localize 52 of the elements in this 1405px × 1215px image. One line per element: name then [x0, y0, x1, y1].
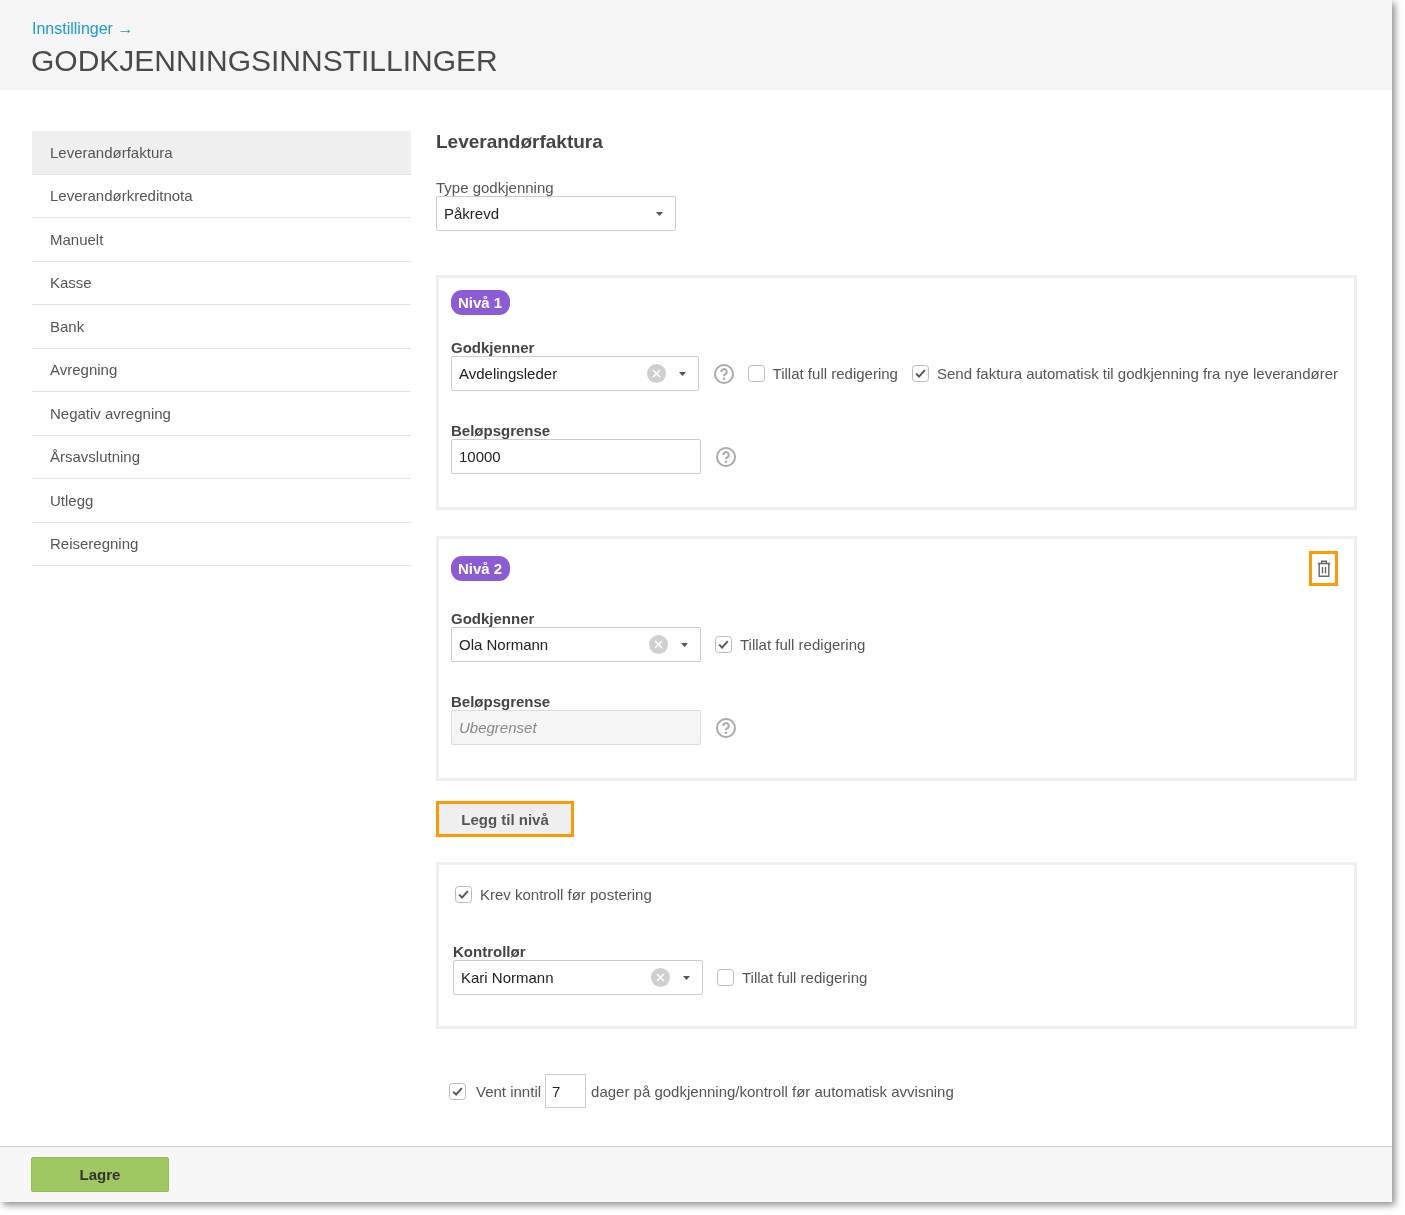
days-label: dager på godkjenning/kontroll før automatisk avvisning — [591, 1082, 954, 1100]
checkbox[interactable] — [449, 1082, 466, 1100]
amount-input[interactable]: 10000 — [451, 439, 701, 474]
clear-icon[interactable] — [646, 364, 666, 383]
level-badge: Nivå 1 — [451, 290, 511, 315]
field-label: Godkjenner — [451, 339, 536, 356]
checkbox-label: Tillat full redigering — [740, 636, 866, 653]
field-label: Kontrollør — [453, 943, 527, 960]
approver-select[interactable]: Ola Normann — [451, 627, 701, 662]
help-icon[interactable] — [713, 363, 734, 384]
page-title: GODKJENNINGSINNSTILLINGER — [31, 44, 498, 78]
help-icon[interactable] — [716, 446, 736, 467]
sidebar-item[interactable]: Manuelt — [32, 218, 411, 262]
trash-icon — [1316, 560, 1331, 577]
clear-icon[interactable] — [651, 968, 670, 987]
section-heading: Leverandørfaktura — [436, 131, 603, 153]
checkbox[interactable] — [911, 365, 929, 382]
sidebar-item[interactable]: Leverandørkreditnota — [32, 174, 411, 218]
caret-icon — [683, 975, 690, 980]
sidebar-item[interactable]: Bank — [32, 305, 411, 349]
caret-icon — [678, 371, 686, 376]
checkbox[interactable] — [747, 365, 765, 382]
field-label: Godkjenner — [451, 610, 536, 627]
add-level-button[interactable]: Legg til nivå — [436, 801, 574, 837]
checkbox[interactable] — [455, 886, 472, 903]
sidebar-item[interactable]: Negativ avregning — [32, 392, 411, 436]
sidebar-item[interactable]: Årsavslutning — [32, 435, 411, 479]
checkbox-label: Vent inntil — [476, 1082, 542, 1100]
delete-button[interactable] — [1309, 551, 1338, 586]
sidebar-item[interactable]: Kasse — [32, 261, 411, 305]
sidebar-item[interactable]: Avregning — [32, 348, 411, 392]
clear-icon[interactable] — [649, 635, 668, 654]
checkbox-label: Krev kontroll før postering — [480, 886, 652, 903]
sidebar-item[interactable]: Utlegg — [32, 479, 411, 523]
controller-select[interactable]: Kari Normann — [453, 960, 703, 995]
field-label: Beløpsgrense — [451, 693, 552, 710]
level-badge: Nivå 2 — [451, 556, 511, 581]
caret-icon — [681, 642, 688, 647]
caret-icon — [656, 211, 663, 216]
checkbox[interactable] — [715, 636, 732, 653]
type-select[interactable]: Påkrevd — [436, 196, 676, 231]
sidebar-item[interactable]: Reiseregning — [32, 522, 411, 566]
checkbox-label: Tillat full redigering — [742, 969, 868, 986]
days-input[interactable]: 7 — [545, 1074, 587, 1108]
save-button[interactable]: Lagre — [31, 1157, 169, 1192]
approver-select[interactable]: Avdelingsleder — [451, 356, 699, 391]
checkbox[interactable] — [717, 969, 734, 986]
checkbox-label: Send faktura automatisk til godkjenning fra nye leverandører — [936, 365, 1338, 382]
field-label: Type godkjenning — [436, 179, 555, 196]
checkbox-label: Tillat full redigering — [772, 365, 898, 382]
field-label: Beløpsgrense — [451, 422, 552, 439]
sidebar-item[interactable]: Leverandørfaktura — [32, 131, 411, 175]
